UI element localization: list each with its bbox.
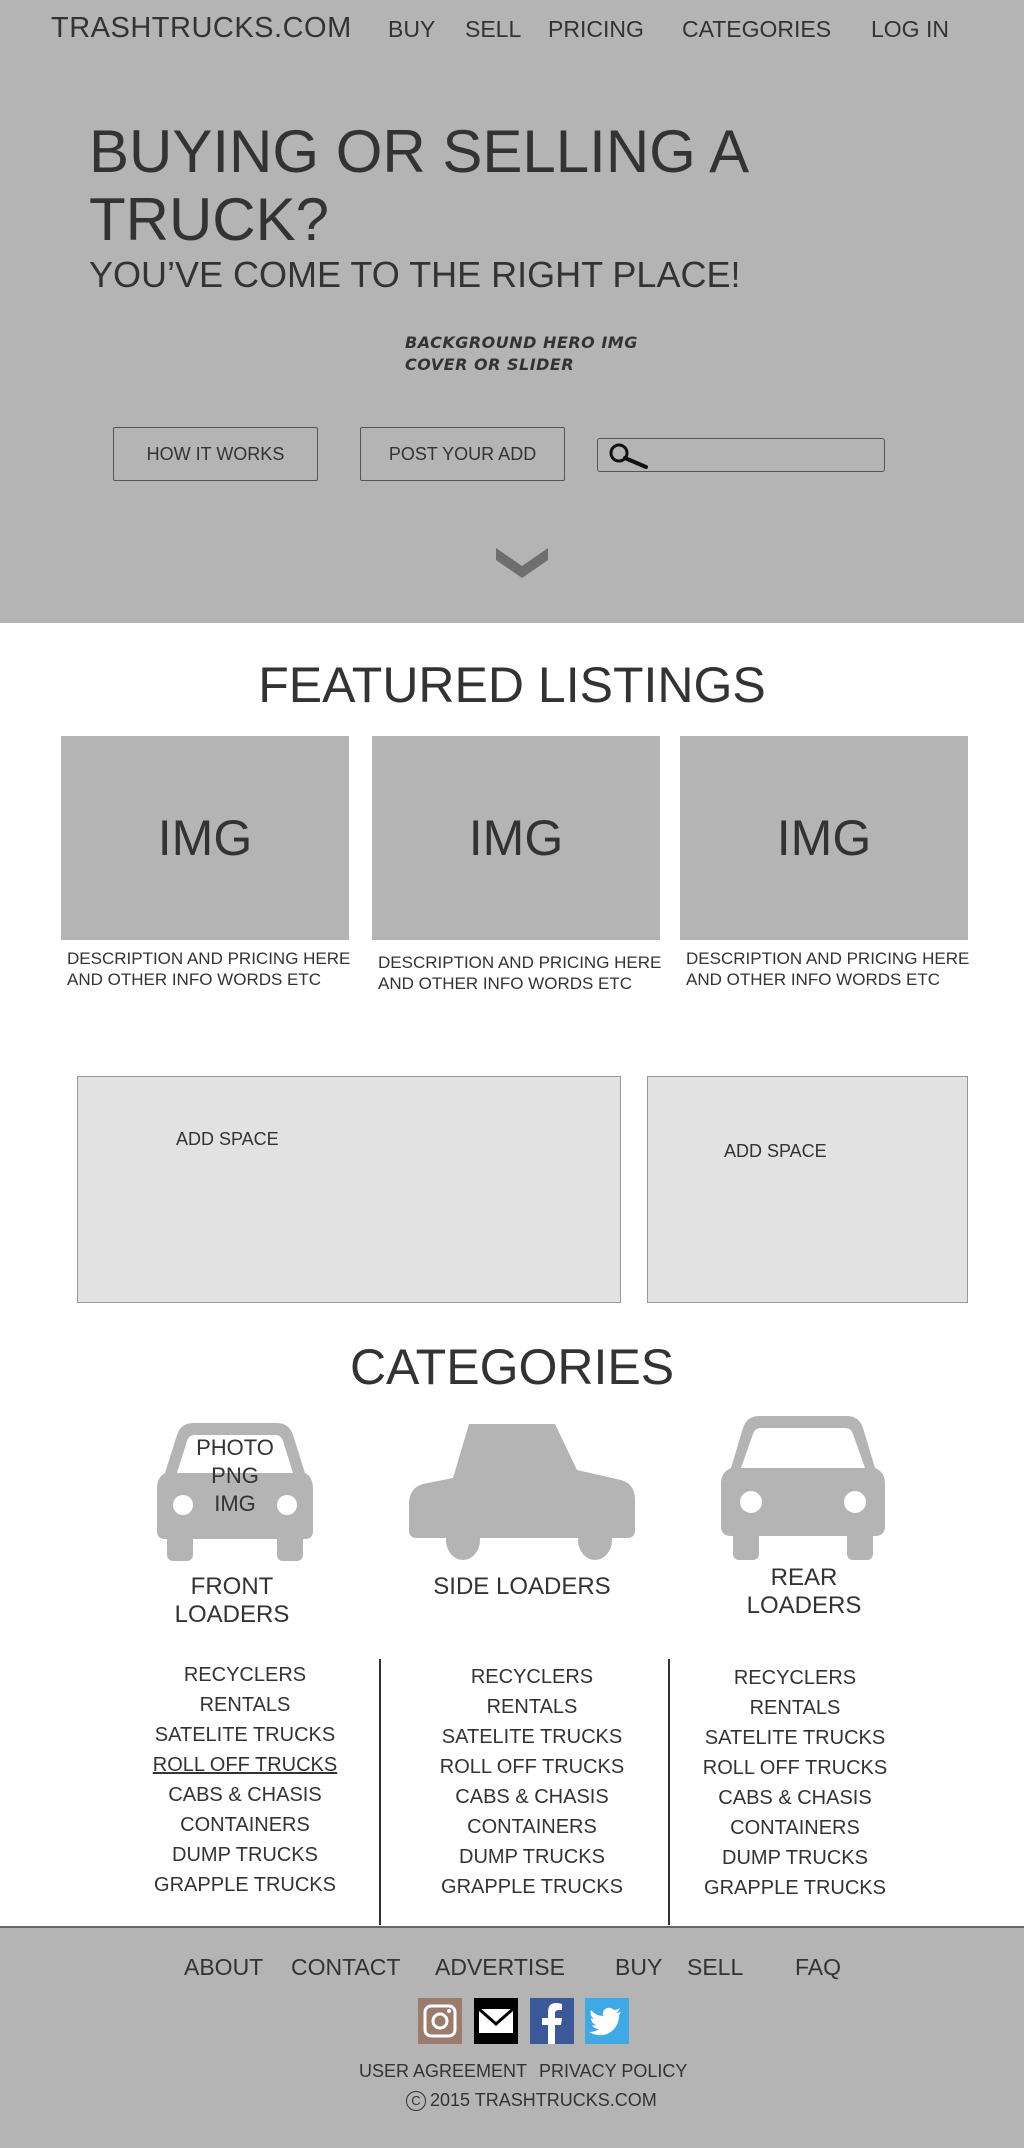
site-footer: ABOUT CONTACT ADVERTISE BUY SELL FAQ USE… xyxy=(0,1926,1024,2148)
subcategory-link[interactable]: RENTALS xyxy=(422,1692,642,1722)
nav-log-in[interactable]: LOG IN xyxy=(871,16,949,43)
category-front-loaders[interactable]: FRONT LOADERS xyxy=(132,1573,332,1629)
how-it-works-button[interactable]: HOW IT WORKS xyxy=(113,427,318,481)
footer-link-faq[interactable]: FAQ xyxy=(795,1954,841,1981)
post-your-ad-button[interactable]: POST YOUR ADD xyxy=(360,427,565,481)
subcategory-link[interactable]: SATELITE TRUCKS xyxy=(685,1723,905,1753)
photo-label-line: PNG xyxy=(211,1463,259,1488)
subcategory-link[interactable]: GRAPPLE TRUCKS xyxy=(422,1872,642,1902)
photo-label-line: PHOTO xyxy=(196,1435,274,1460)
hero-subtitle: YOU’VE COME TO THE RIGHT PLACE! xyxy=(89,254,741,295)
subcategory-link[interactable]: RENTALS xyxy=(135,1690,355,1720)
mail-icon[interactable] xyxy=(474,1998,518,2044)
category-label-line: LOADERS xyxy=(174,1601,290,1628)
photo-placeholder-label: PHOTO PNG IMG xyxy=(175,1434,295,1518)
subcategory-link[interactable]: CONTAINERS xyxy=(135,1810,355,1840)
listing-description: DESCRIPTION AND PRICING HERE AND OTHER I… xyxy=(67,949,351,989)
subcategory-link[interactable]: CABS & CHASIS xyxy=(135,1780,355,1810)
subcategory-link[interactable]: CABS & CHASIS xyxy=(422,1782,642,1812)
category-label-line: SIDE LOADERS xyxy=(433,1573,611,1600)
privacy-policy-link[interactable]: PRIVACY POLICY xyxy=(539,2061,687,2082)
subcategory-link[interactable]: DUMP TRUCKS xyxy=(422,1842,642,1872)
subcategory-link[interactable]: DUMP TRUCKS xyxy=(685,1843,905,1873)
category-label-line: REAR xyxy=(770,1564,838,1591)
nav-pricing[interactable]: PRICING xyxy=(548,16,644,43)
search-input[interactable] xyxy=(650,441,880,469)
listing-description: DESCRIPTION AND PRICING HERE AND OTHER I… xyxy=(378,953,662,993)
subcategory-link[interactable]: RECYCLERS xyxy=(422,1662,642,1692)
column-divider xyxy=(379,1659,381,1925)
category-label-line: LOADERS xyxy=(746,1592,862,1619)
listing-description: DESCRIPTION AND PRICING HERE AND OTHER I… xyxy=(686,949,970,989)
categories-title: CATEGORIES xyxy=(349,1339,675,1395)
ad-space-large[interactable]: ADD SPACE xyxy=(77,1076,621,1303)
listing-image[interactable]: IMG xyxy=(680,736,968,940)
listing-image[interactable]: IMG xyxy=(372,736,660,940)
footer-link-contact[interactable]: CONTACT xyxy=(291,1954,400,1981)
subcategory-link[interactable]: RENTALS xyxy=(685,1693,905,1723)
photo-label-line: IMG xyxy=(214,1491,256,1516)
ad-space-label: ADD SPACE xyxy=(724,1141,827,1161)
nav-sell[interactable]: SELL xyxy=(465,16,521,43)
subcategory-link[interactable]: SATELITE TRUCKS xyxy=(135,1720,355,1750)
instagram-icon[interactable] xyxy=(418,1998,462,2044)
hero-note-line: BACKGROUND HERO IMG xyxy=(405,333,638,352)
copyright-icon: C xyxy=(406,2090,426,2111)
chevron-down-icon[interactable] xyxy=(496,548,548,580)
subcategory-link[interactable]: CONTAINERS xyxy=(422,1812,642,1842)
subcategory-link[interactable]: CABS & CHASIS xyxy=(685,1783,905,1813)
hero-title: BUYING OR SELLING A TRUCK? xyxy=(89,118,746,253)
hero-background-note: BACKGROUND HERO IMG COVER OR SLIDER xyxy=(405,332,638,376)
copyright-notice: C 2015 TRASHTRUCKS.COM xyxy=(406,2090,657,2111)
nav-buy[interactable]: BUY xyxy=(388,16,435,43)
subcategory-link[interactable]: RECYCLERS xyxy=(135,1660,355,1690)
user-agreement-link[interactable]: USER AGREEMENT xyxy=(359,2061,527,2082)
subcategory-link[interactable]: DUMP TRUCKS xyxy=(135,1840,355,1870)
car-icon[interactable] xyxy=(719,1412,887,1560)
car-icon[interactable] xyxy=(407,1422,637,1562)
side-loaders-subcategory-list: RECYCLERS RENTALS SATELITE TRUCKS ROLL O… xyxy=(422,1662,642,1902)
search-icon[interactable] xyxy=(606,441,650,471)
subcategory-link[interactable]: RECYCLERS xyxy=(685,1663,905,1693)
category-label-line: FRONT xyxy=(190,1573,274,1600)
subcategory-link[interactable]: ROLL OFF TRUCKS xyxy=(685,1753,905,1783)
hero-note-line: COVER OR SLIDER xyxy=(405,355,575,374)
facebook-icon[interactable] xyxy=(530,1998,574,2044)
site-logo[interactable]: TRASHTRUCKS.COM xyxy=(51,12,352,45)
subcategory-link[interactable]: GRAPPLE TRUCKS xyxy=(685,1873,905,1903)
twitter-icon[interactable] xyxy=(585,1998,629,2044)
footer-link-buy[interactable]: BUY xyxy=(615,1954,662,1981)
rear-loaders-subcategory-list: RECYCLERS RENTALS SATELITE TRUCKS ROLL O… xyxy=(685,1663,905,1903)
footer-link-sell[interactable]: SELL xyxy=(687,1954,743,1981)
category-rear-loaders[interactable]: REAR LOADERS xyxy=(704,1564,904,1620)
ad-space-small[interactable]: ADD SPACE xyxy=(647,1076,968,1303)
subcategory-link[interactable]: SATELITE TRUCKS xyxy=(422,1722,642,1752)
hero-section: TRASHTRUCKS.COM BUY SELL PRICING CATEGOR… xyxy=(0,0,1024,623)
category-side-loaders[interactable]: SIDE LOADERS xyxy=(412,1573,632,1601)
subcategory-link[interactable]: CONTAINERS xyxy=(685,1813,905,1843)
listing-image[interactable]: IMG xyxy=(61,736,349,940)
column-divider xyxy=(668,1659,670,1925)
featured-listings-title: FEATURED LISTINGS xyxy=(258,657,766,713)
nav-categories[interactable]: CATEGORIES xyxy=(682,16,831,43)
footer-link-about[interactable]: ABOUT xyxy=(184,1954,263,1981)
subcategory-link[interactable]: GRAPPLE TRUCKS xyxy=(135,1870,355,1900)
search-box xyxy=(597,438,885,472)
copyright-text: 2015 TRASHTRUCKS.COM xyxy=(430,2090,657,2110)
front-loaders-subcategory-list: RECYCLERS RENTALS SATELITE TRUCKS ROLL O… xyxy=(135,1660,355,1900)
subcategory-link[interactable]: ROLL OFF TRUCKS xyxy=(422,1752,642,1782)
footer-link-advertise[interactable]: ADVERTISE xyxy=(435,1954,565,1981)
ad-space-label: ADD SPACE xyxy=(176,1129,279,1149)
subcategory-link[interactable]: ROLL OFF TRUCKS xyxy=(135,1750,355,1780)
